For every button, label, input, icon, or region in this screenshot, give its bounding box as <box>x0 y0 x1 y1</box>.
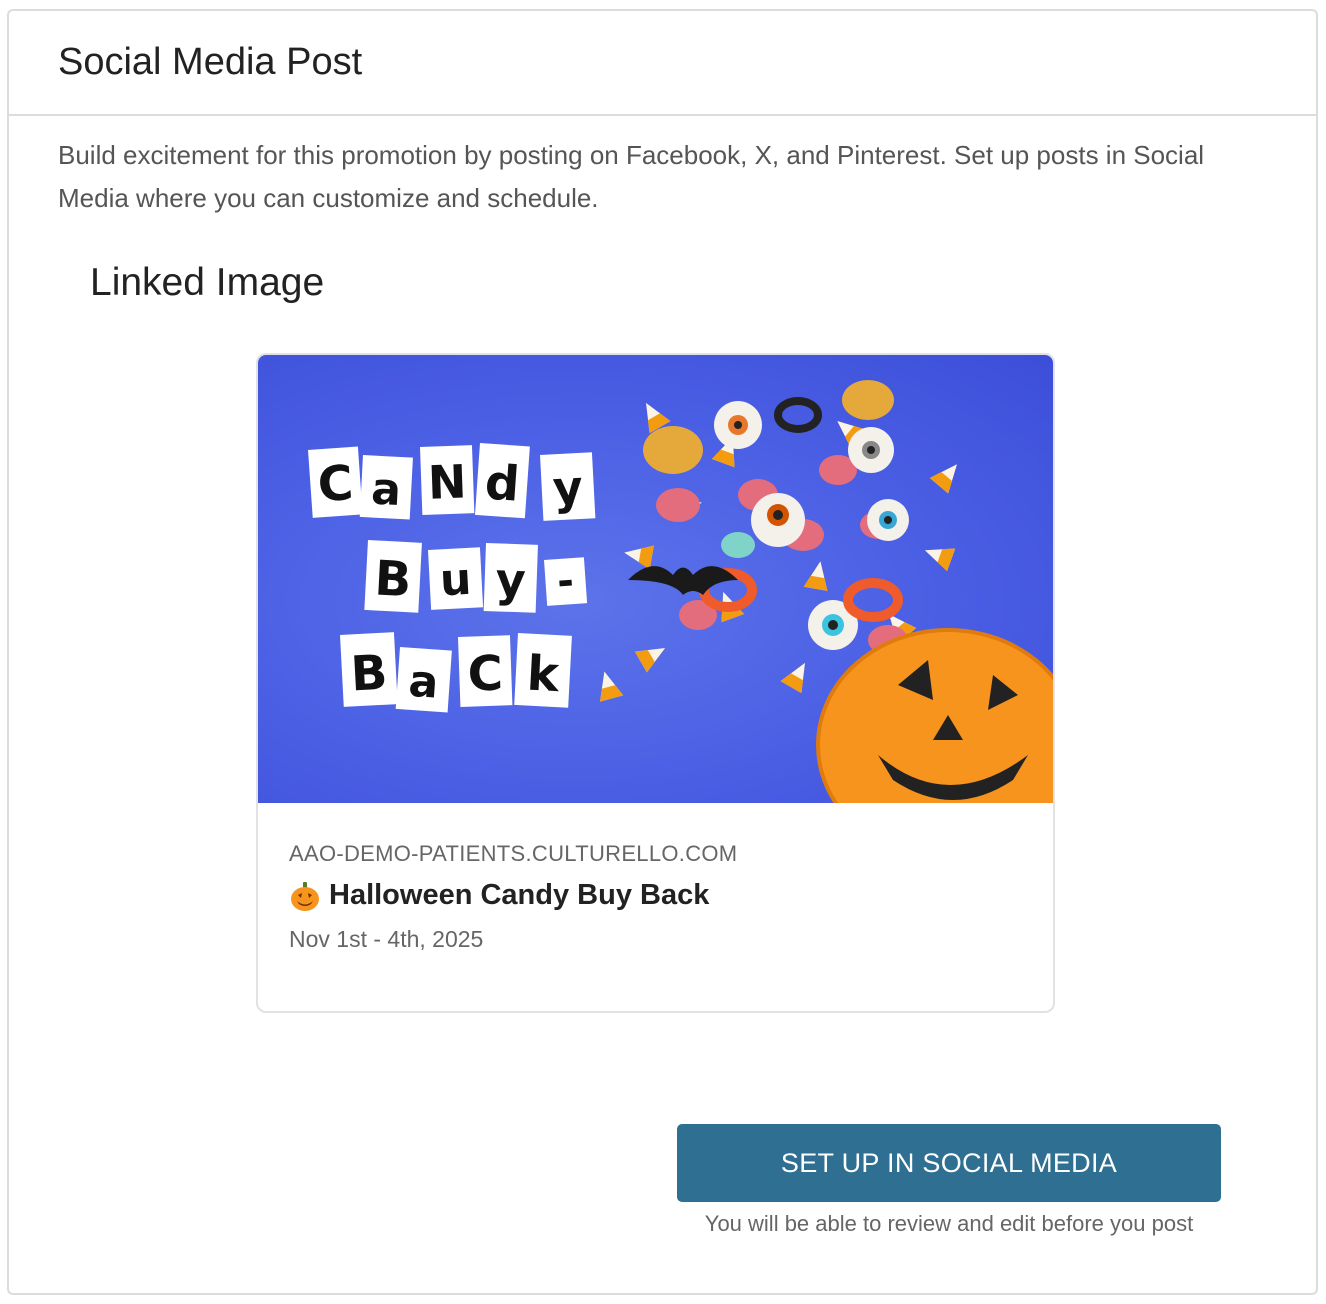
panel-title: Social Media Post <box>58 41 363 83</box>
link-domain: AAO-DEMO-PATIENTS.CULTURELLO.COM <box>289 841 738 866</box>
set-up-in-social-media-button[interactable]: SET UP IN SOCIAL MEDIA <box>677 1124 1221 1202</box>
link-preview-card[interactable]: C a N d y B u y - B a C k AAO-DEMO-PATIE… <box>256 353 1055 1013</box>
jack-o-lantern-icon <box>289 880 321 912</box>
link-title: Halloween Candy Buy Back <box>329 879 710 911</box>
svg-text:N: N <box>427 454 467 509</box>
svg-text:y: y <box>495 552 527 607</box>
svg-text:C: C <box>467 645 504 702</box>
promotion-image: C a N d y B u y - B a C k <box>258 355 1053 803</box>
link-title-row: Halloween Candy Buy Back <box>289 879 1022 912</box>
gummy-brains <box>656 455 908 655</box>
svg-text:B: B <box>373 550 412 608</box>
svg-text:C: C <box>316 455 355 513</box>
link-preview-body: AAO-DEMO-PATIENTS.CULTURELLO.COM Hallowe… <box>258 803 1053 953</box>
setup-note: You will be able to review and edit befo… <box>704 1211 1194 1236</box>
candy-buy-back-illustration: C a N d y B u y - B a C k <box>308 380 1053 803</box>
svg-text:a: a <box>407 656 440 709</box>
linked-image-heading: Linked Image <box>90 261 325 304</box>
svg-text:d: d <box>483 455 521 513</box>
svg-text:a: a <box>370 464 402 516</box>
svg-text:u: u <box>439 554 473 607</box>
svg-text:-: - <box>556 558 576 605</box>
svg-text:y: y <box>551 460 584 515</box>
panel-header: Social Media Post <box>9 11 1316 116</box>
link-dates: Nov 1st - 4th, 2025 <box>289 926 484 952</box>
social-media-post-panel: Social Media Post Build excitement for t… <box>7 9 1318 1295</box>
svg-text:k: k <box>525 646 561 704</box>
svg-text:B: B <box>349 645 388 703</box>
panel-description: Build excitement for this promotion by p… <box>58 140 1205 213</box>
pumpkin-bucket <box>816 628 1053 803</box>
candy-title-tiles: C a N d y B u y - B a C k <box>308 443 596 713</box>
bat-decoration <box>628 566 738 595</box>
